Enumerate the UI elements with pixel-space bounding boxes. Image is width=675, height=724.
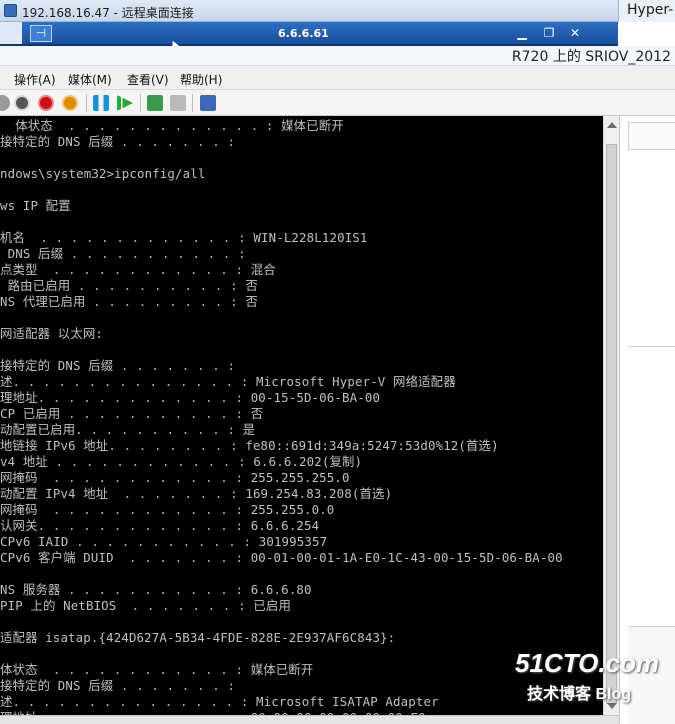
console-line: NS 服务器 . . . . . . . . . . . : 6.6.6.80 [0,582,312,597]
turn-off-icon[interactable] [38,95,54,111]
console-line: 点类型 . . . . . . . . . . . . : 混合 [0,262,276,277]
console-line: 地链接 IPv6 地址. . . . . . . . : fe80::691d:… [0,438,499,453]
console-line: 网适配器 以太网: [0,326,104,341]
console-line: 述. . . . . . . . . . . . . . . : Microso… [0,374,456,389]
checkpoint-icon[interactable] [147,95,163,111]
connection-host: 6.6.6.61 [278,27,329,40]
restore-icon[interactable]: ❐ [542,26,556,40]
pause-icon[interactable] [93,95,109,111]
watermark-logo-text: 51CTO.com [515,648,660,678]
console-scrollbar[interactable] [603,116,619,715]
horizontal-scroll-area[interactable] [0,715,619,724]
console-line: 体状态 . . . . . . . . . . . . . : 媒体已断开 [0,118,344,133]
console-line: 述. . . . . . . . . . . . . . . : Microso… [0,694,439,709]
console-line: DNS 后缀 . . . . . . . . . . . : [0,246,246,261]
stop-icon[interactable] [14,95,30,111]
cmd-console[interactable]: 体状态 . . . . . . . . . . . . . : 媒体已断开 接特定… [0,116,603,715]
host-panel-box [628,122,675,150]
menu-help[interactable]: 帮助(H) [180,71,222,88]
scroll-up-icon[interactable] [607,122,617,128]
vm-window-title: R720 上的 SRIOV_2012 [511,49,671,65]
console-line: 接特定的 DNS 后缀 . . . . . . . : [0,678,236,693]
revert-icon[interactable] [170,95,186,111]
pin-icon[interactable]: ⊣ [30,25,52,42]
console-line: CPv6 IAID . . . . . . . . . . . : 301995… [0,534,328,549]
hyperv-tab[interactable]: Hyper- [618,0,675,22]
menu-media[interactable]: 媒体(M) [68,71,112,88]
host-panel-divider [628,346,675,347]
toolbar [0,90,675,116]
console-line: NS 代理已启用 . . . . . . . . . : 否 [0,294,258,309]
ctrl-alt-del-icon[interactable] [0,95,10,111]
toolbar-separator [140,94,141,112]
watermark-subtitle: 技术博客 Blog [527,686,631,703]
resume-icon[interactable] [117,95,133,111]
console-line: 动配置 IPv4 地址 . . . . . . . : 169.254.83.2… [0,486,393,501]
console-line: ndows\system32>ipconfig/all [0,166,206,181]
console-line: 接特定的 DNS 后缀 . . . . . . . : [0,358,236,373]
console-line: 动配置已启用. . . . . . . . . . : 是 [0,422,256,437]
rdp-window-title: 192.168.16.47 - 远程桌面连接 [22,6,194,20]
toolbar-separator [86,94,87,112]
menu-action[interactable]: 操作(A) [14,71,56,88]
host-background-panel [619,116,675,724]
minimize-icon[interactable]: ▁ [515,26,529,40]
console-line: 网掩码 . . . . . . . . . . . . : 255.255.25… [0,470,350,485]
rdp-app-icon [4,4,17,17]
console-line: 接特定的 DNS 后缀 . . . . . . . : [0,134,236,149]
rdp-title-bar: 192.168.16.47 - 远程桌面连接 Hyper- [0,0,675,22]
vm-window-header: R720 上的 SRIOV_2012 [0,46,675,66]
console-line: 机名 . . . . . . . . . . . . . : WIN-L228L… [0,230,368,245]
console-line: PIP 上的 NetBIOS . . . . . . . : 已启用 [0,598,291,613]
console-line: ws IP 配置 [0,198,71,213]
console-line: CP 已启用 . . . . . . . . . . . : 否 [0,406,264,421]
console-line: 适配器 isatap.{424D627A-5B34-4FDE-828E-2E93… [0,630,396,645]
console-line: CPv6 客户端 DUID . . . . . . . : 00-01-00-0… [0,550,563,565]
menu-bar: 操作(A) 媒体(M) 查看(V) 帮助(H) [0,66,675,90]
console-line: 体状态 . . . . . . . . . . . . : 媒体已断开 [0,662,314,677]
console-line: 认网关. . . . . . . . . . . . . : 6.6.6.254 [0,518,320,533]
console-line: 路由已启用 . . . . . . . . . . : 否 [0,278,258,293]
enhanced-session-icon[interactable] [200,95,216,111]
shutdown-icon[interactable] [62,95,78,111]
connection-bar-edge [0,22,22,44]
menu-view[interactable]: 查看(V) [127,71,169,88]
console-line: v4 地址 . . . . . . . . . . . . : 6.6.6.20… [0,454,363,469]
scroll-thumb[interactable] [606,144,617,704]
toolbar-separator [192,94,193,112]
console-line: 理地址. . . . . . . . . . . . . : 00-15-5D-… [0,390,381,405]
close-icon[interactable]: ✕ [568,26,582,40]
watermark: 51CTO.com 技术博客 Blog [515,648,665,706]
console-line: 网掩码 . . . . . . . . . . . . : 255.255.0.… [0,502,335,517]
connection-bar: ⊣ 6.6.6.61 ▁ ❐ ✕ [0,22,618,59]
